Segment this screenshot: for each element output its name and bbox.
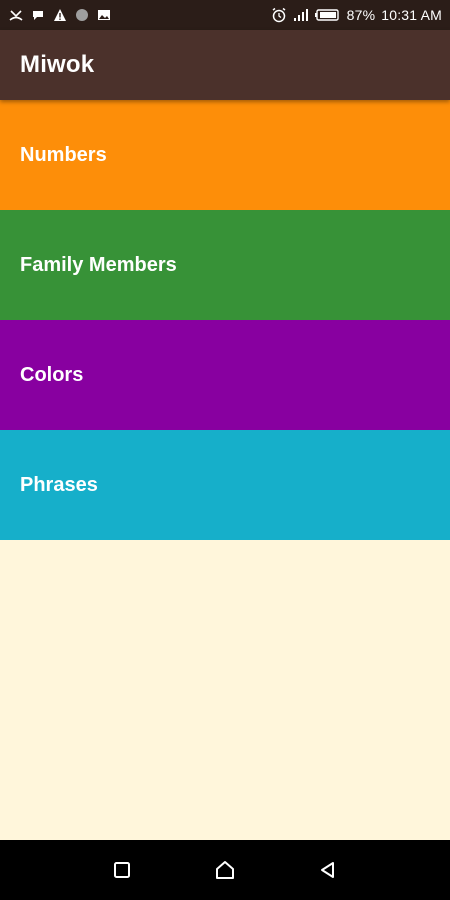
chat-bubble-icon xyxy=(30,7,46,23)
category-colors[interactable]: Colors xyxy=(0,320,450,430)
navigation-bar xyxy=(0,840,450,900)
status-bar: 87% 10:31 AM xyxy=(0,0,450,30)
warning-icon xyxy=(52,7,68,23)
category-family-members[interactable]: Family Members xyxy=(0,210,450,320)
missed-call-icon xyxy=(8,7,24,23)
category-phrases[interactable]: Phrases xyxy=(0,430,450,540)
battery-icon xyxy=(314,7,341,23)
dot-icon xyxy=(74,7,90,23)
category-numbers[interactable]: Numbers xyxy=(0,100,450,210)
status-right-icons: 87% 10:31 AM xyxy=(271,7,442,23)
category-label: Phrases xyxy=(20,473,98,496)
image-icon xyxy=(96,7,112,23)
battery-percent: 87% xyxy=(346,7,376,23)
alarm-icon xyxy=(271,7,287,23)
status-left-icons xyxy=(8,7,112,23)
category-label: Numbers xyxy=(20,143,107,166)
category-label: Colors xyxy=(20,363,84,386)
back-icon xyxy=(321,862,335,878)
app-bar: Miwok xyxy=(0,30,450,100)
recents-button[interactable] xyxy=(102,850,142,890)
recents-icon xyxy=(113,862,130,878)
category-list: Numbers Family Members Colors Phrases xyxy=(0,100,450,540)
category-label: Family Members xyxy=(20,253,177,276)
app-title: Miwok xyxy=(20,51,95,78)
signal-icon xyxy=(293,7,309,23)
back-button[interactable] xyxy=(308,850,348,890)
home-icon xyxy=(215,861,234,879)
clock: 10:31 AM xyxy=(381,7,442,23)
home-button[interactable] xyxy=(205,850,245,890)
